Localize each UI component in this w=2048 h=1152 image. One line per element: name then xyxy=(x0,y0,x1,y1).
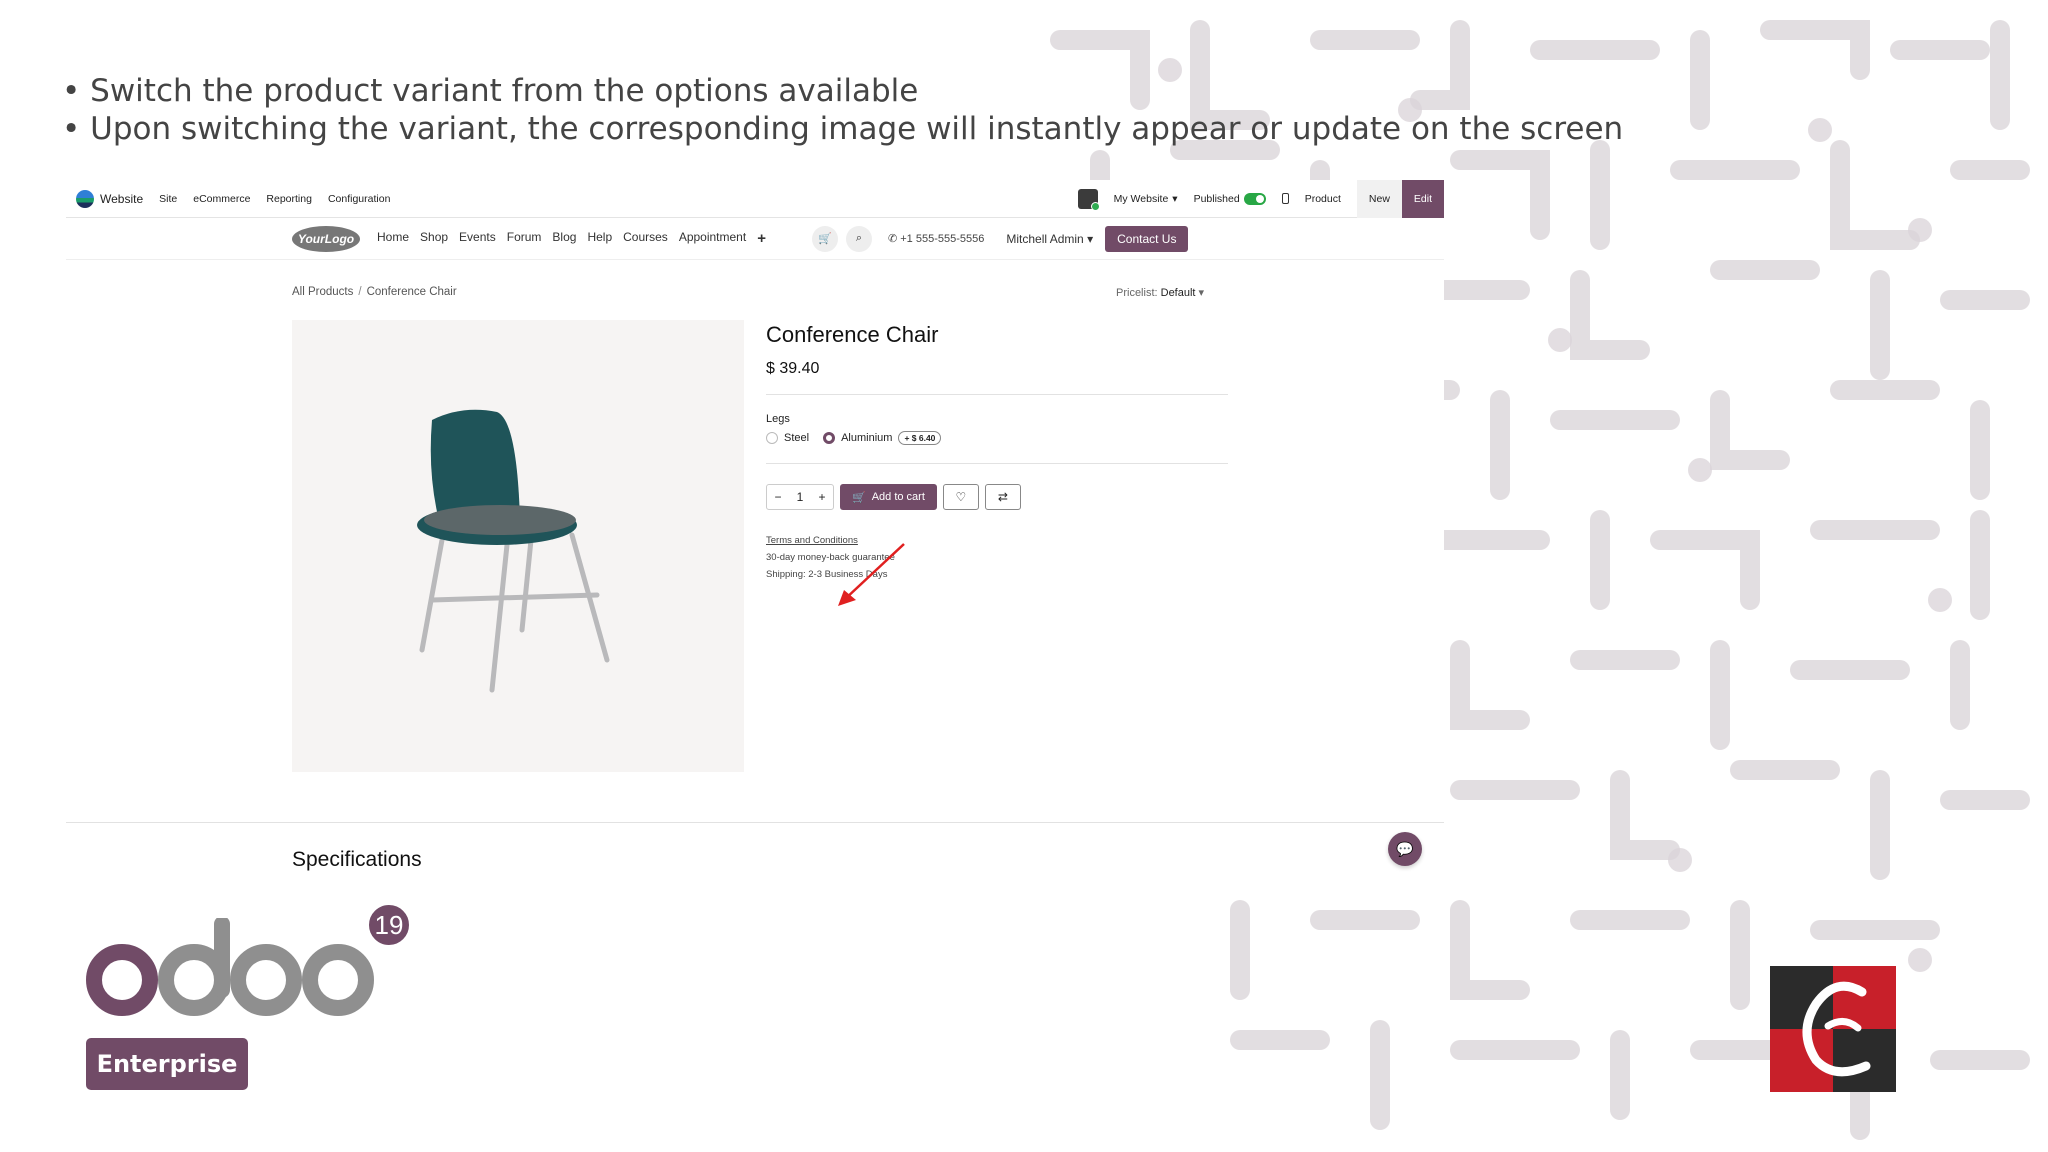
quantity-input[interactable]: 1 xyxy=(789,490,811,504)
caret-down-icon: ▾ xyxy=(1172,192,1178,205)
website-globe-icon xyxy=(76,189,94,208)
phone-number: +1 555-555-5556 xyxy=(900,233,985,245)
product-image xyxy=(292,320,744,772)
caret-down-icon: ▾ xyxy=(1198,287,1205,299)
wishlist-heart-icon[interactable]: ♡ xyxy=(942,484,979,510)
nav-forum[interactable]: Forum xyxy=(507,230,542,247)
nav-help[interactable]: Help xyxy=(587,230,612,247)
menu-reporting[interactable]: Reporting xyxy=(266,193,312,205)
specifications-heading: Specifications xyxy=(292,848,422,871)
caret-down-icon: ▾ xyxy=(1087,231,1094,246)
nav-home[interactable]: Home xyxy=(377,230,409,247)
compare-arrows-icon[interactable]: ⇄ xyxy=(984,484,1021,510)
bullet-1: Switch the product variant from the opti… xyxy=(62,72,1623,110)
variant-aluminium-label[interactable]: Aluminium xyxy=(841,432,892,444)
user-menu[interactable]: Mitchell Admin ▾ xyxy=(1006,232,1093,246)
topbar-right: My Website ▾ Published Product New Edit xyxy=(1062,179,1444,218)
chat-bubble-icon[interactable]: 💬 xyxy=(1388,832,1422,866)
app-screenshot: Website Site eCommerce Reporting Configu… xyxy=(66,179,1444,880)
pricelist-label: Pricelist: xyxy=(1116,287,1158,299)
phone-icon: ✆ xyxy=(887,233,901,245)
pricelist-value: Default xyxy=(1160,287,1196,299)
nav-appointment[interactable]: Appointment xyxy=(679,230,746,247)
breadcrumb-current: Conference Chair xyxy=(366,286,457,298)
variant-extra-price-badge: + $ 6.40 xyxy=(898,431,942,445)
divider xyxy=(766,463,1228,464)
pricelist-dropdown[interactable]: Pricelist: Default ▾ xyxy=(1116,286,1204,299)
edit-button[interactable]: Edit xyxy=(1401,179,1444,218)
breadcrumb: All Products / Conference Chair xyxy=(292,286,457,298)
published-toggle[interactable]: Published xyxy=(1193,192,1266,205)
contact-us-button[interactable]: Contact Us xyxy=(1105,225,1189,252)
search-icon[interactable]: ⌕ xyxy=(845,225,872,252)
new-button[interactable]: New xyxy=(1356,179,1402,218)
variant-steel-label[interactable]: Steel xyxy=(784,432,809,444)
section-divider xyxy=(66,822,1444,823)
my-website-label: My Website xyxy=(1113,192,1169,205)
menu-site[interactable]: Site xyxy=(159,193,177,205)
odoo-top-bar: Website Site eCommerce Reporting Configu… xyxy=(66,179,1444,218)
add-to-cart-button[interactable]: 🛒 Add to cart xyxy=(840,484,937,510)
toggle-switch-icon xyxy=(1243,192,1266,205)
quantity-row: − 1 + 🛒 Add to cart ♡ ⇄ xyxy=(766,484,1228,510)
variant-options: Steel Aluminium + $ 6.40 xyxy=(766,431,1228,445)
nav-blog[interactable]: Blog xyxy=(552,230,576,247)
app-brand[interactable]: Website xyxy=(76,189,144,208)
product-title: Conference Chair xyxy=(766,322,939,347)
minus-icon[interactable]: − xyxy=(767,490,789,504)
app-menu: Site eCommerce Reporting Configuration xyxy=(159,193,390,205)
edition-badge: Enterprise xyxy=(86,1038,248,1090)
divider xyxy=(766,394,1228,395)
mobile-preview-icon[interactable] xyxy=(1281,193,1289,204)
cart-icon: 🛒 xyxy=(852,491,866,504)
odoo-wordmark-icon xyxy=(86,918,374,1016)
published-label: Published xyxy=(1193,192,1240,205)
bullet-2: Upon switching the variant, the correspo… xyxy=(62,110,1623,148)
nav-courses[interactable]: Courses xyxy=(623,230,668,247)
my-website-dropdown[interactable]: My Website ▾ xyxy=(1114,193,1178,205)
app-name: Website xyxy=(100,191,144,206)
chair-image xyxy=(292,320,744,772)
odoo-logo xyxy=(84,918,384,1018)
user-avatar[interactable] xyxy=(1077,188,1100,211)
nav-links: Home Shop Events Forum Blog Help Courses… xyxy=(377,230,766,247)
annotation-arrow-icon xyxy=(838,543,905,606)
menu-configuration[interactable]: Configuration xyxy=(328,193,390,205)
menu-ecommerce[interactable]: eCommerce xyxy=(193,193,250,205)
phone-contact[interactable]: ✆ +1 555-555-5556 xyxy=(888,232,984,245)
variant-steel-radio[interactable] xyxy=(766,432,778,444)
quantity-stepper: − 1 + xyxy=(766,484,834,510)
add-to-cart-label: Add to cart xyxy=(871,491,925,503)
product-button[interactable]: Product xyxy=(1305,193,1341,205)
nav-shop[interactable]: Shop xyxy=(420,230,448,247)
breadcrumb-separator: / xyxy=(358,286,362,298)
breadcrumb-all-products[interactable]: All Products xyxy=(292,286,353,298)
cart-icon[interactable]: 🛒 xyxy=(811,225,838,252)
slide-bullets: Switch the product variant from the opti… xyxy=(62,72,1623,148)
company-logo xyxy=(1770,966,1896,1092)
version-badge: 19 xyxy=(366,902,412,948)
user-name: Mitchell Admin xyxy=(1006,231,1084,246)
site-logo[interactable]: YourLogo xyxy=(292,225,360,252)
nav-events[interactable]: Events xyxy=(459,230,496,247)
product-price: $ 39.40 xyxy=(766,360,820,377)
variant-aluminium-radio[interactable] xyxy=(823,432,836,444)
plus-icon[interactable]: + xyxy=(811,490,833,504)
add-page-plus-icon[interactable]: + xyxy=(757,230,766,247)
attribute-label: Legs xyxy=(766,413,790,425)
website-navbar: YourLogo Home Shop Events Forum Blog Hel… xyxy=(66,218,1444,260)
